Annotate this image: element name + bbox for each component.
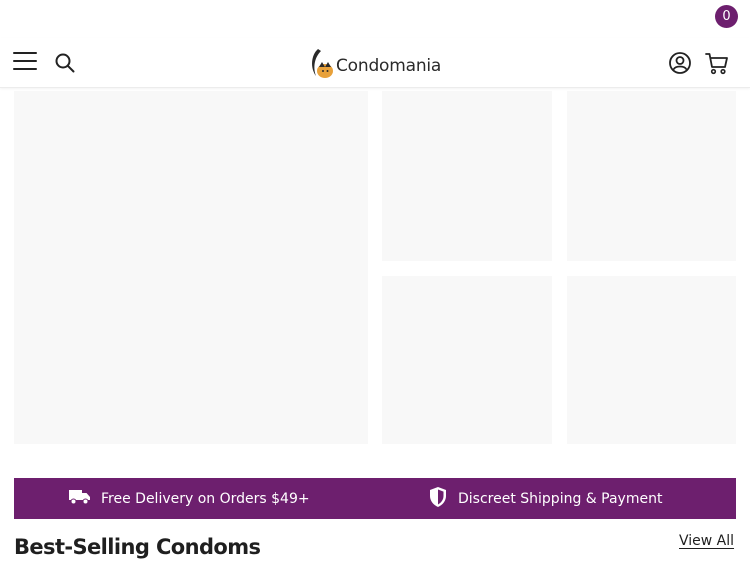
hero-banner-tile[interactable]	[14, 91, 368, 444]
truck-icon	[69, 489, 91, 509]
free-delivery-promo: Free Delivery on Orders $49+	[69, 478, 310, 519]
discreet-shipping-text: Discreet Shipping & Payment	[458, 490, 663, 507]
logo-mark-icon	[312, 49, 333, 78]
discreet-shipping-promo: Discreet Shipping & Payment	[428, 478, 662, 519]
promo-tile[interactable]	[382, 91, 552, 261]
shield-icon	[428, 486, 448, 512]
shopping-cart-icon[interactable]	[704, 50, 730, 76]
hamburger-menu-icon[interactable]	[13, 52, 37, 72]
promo-tile[interactable]	[382, 276, 552, 444]
promo-tile[interactable]	[567, 91, 736, 261]
site-logo[interactable]: Condomania	[308, 46, 441, 80]
cart-count-badge[interactable]: 0	[715, 5, 738, 28]
view-all-link[interactable]: View All	[679, 533, 734, 549]
account-icon[interactable]	[668, 51, 692, 75]
promo-bar: Free Delivery on Orders $49+ Discreet Sh…	[14, 478, 736, 519]
free-delivery-text: Free Delivery on Orders $49+	[101, 490, 310, 507]
promo-tile[interactable]	[567, 276, 736, 444]
section-title: Best-Selling Condoms	[14, 535, 261, 559]
search-icon[interactable]	[54, 52, 76, 74]
site-header: Condomania	[0, 38, 750, 88]
logo-text: Condomania	[336, 55, 442, 76]
